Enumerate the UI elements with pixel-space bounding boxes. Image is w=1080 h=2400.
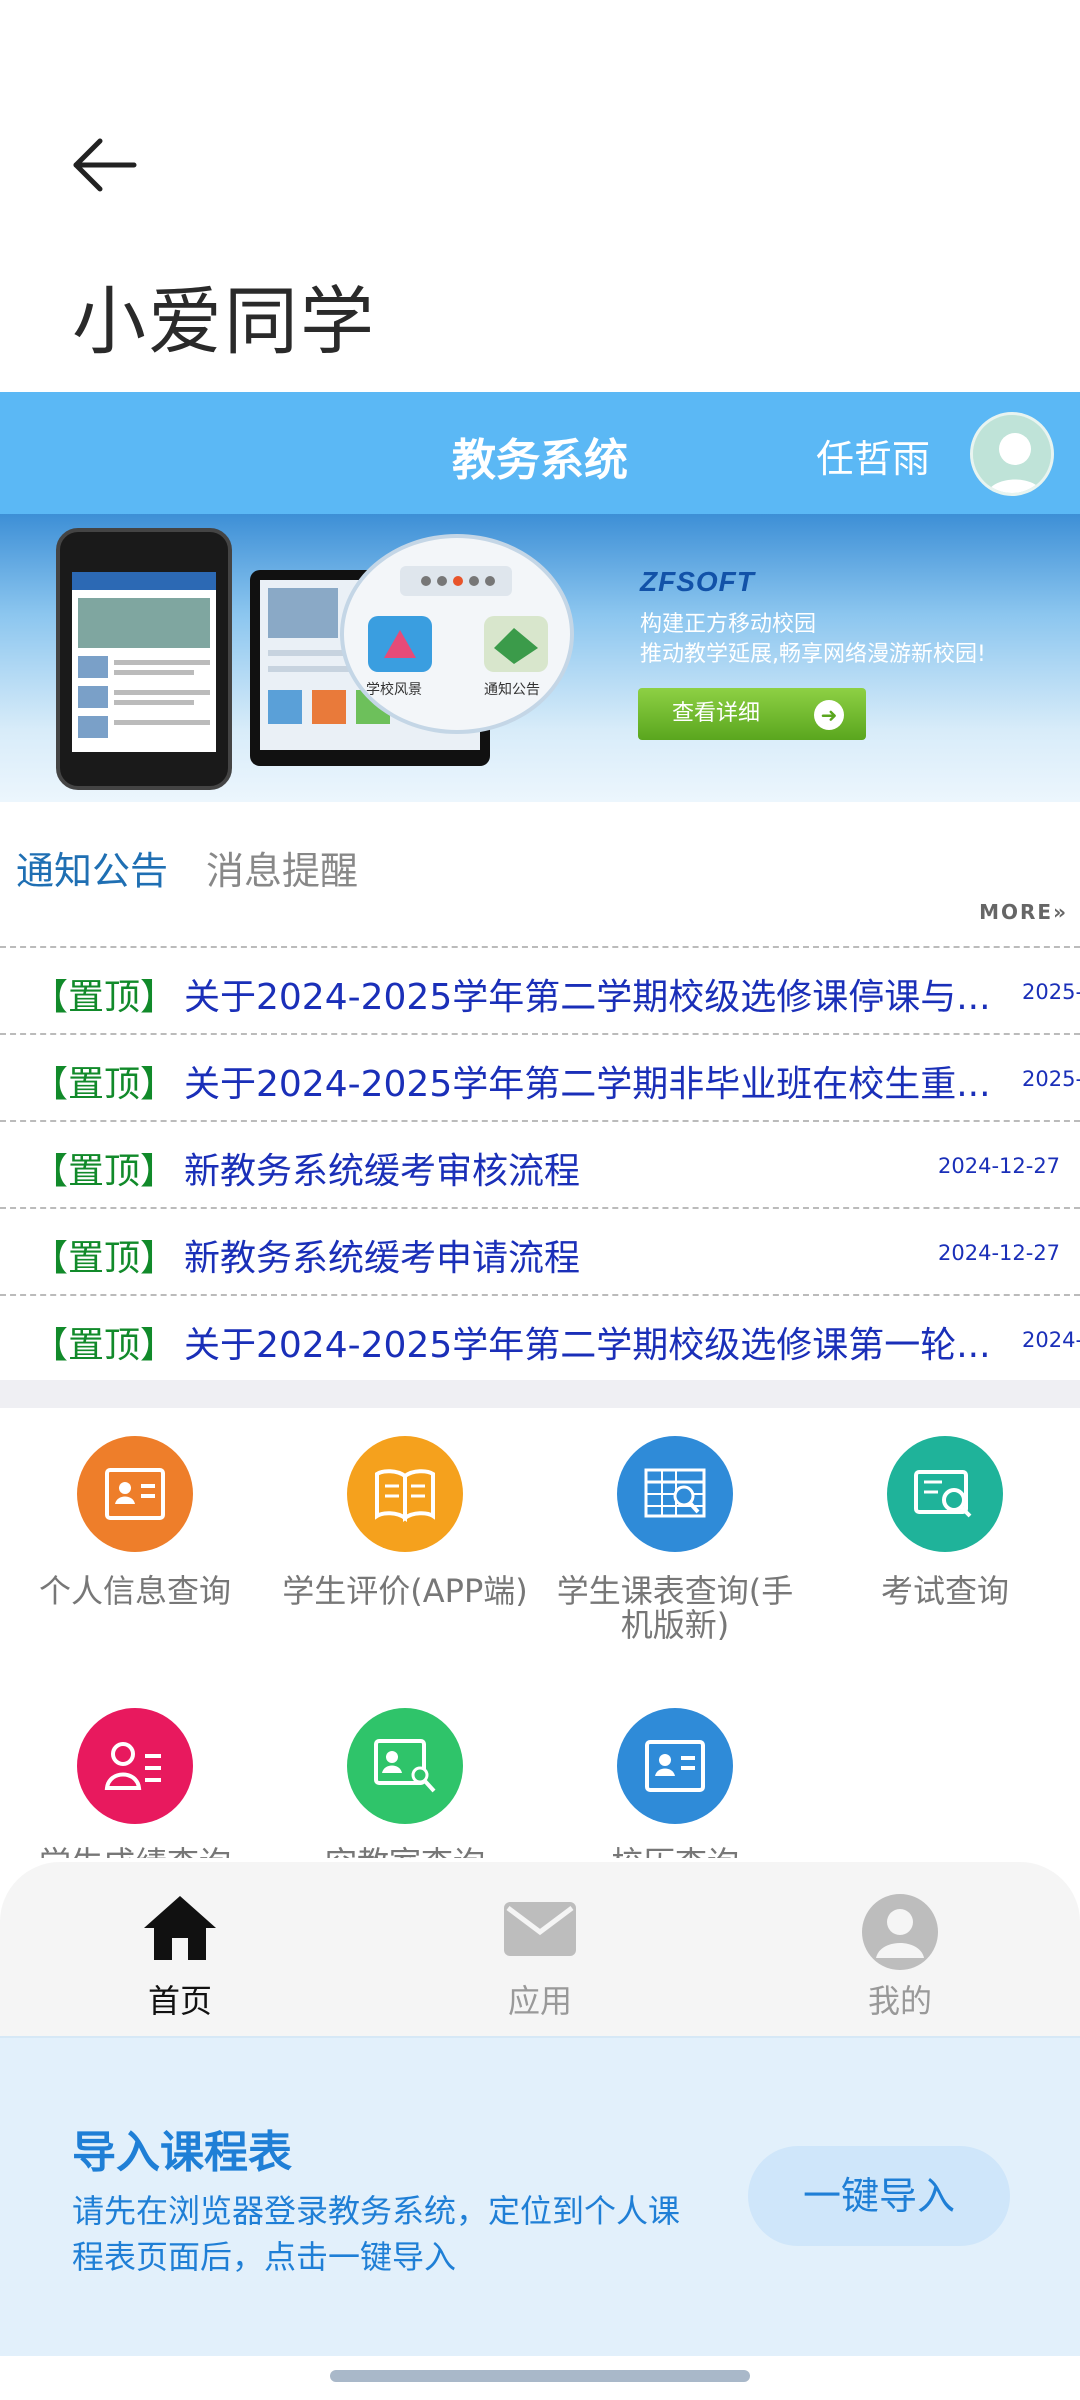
svg-text:学校风景: 学校风景 xyxy=(366,681,422,698)
webview-header: 教务系统 任哲雨 xyxy=(0,392,1080,514)
notice-title: 关于2024-2025学年第二学期非毕业班在校生重... xyxy=(184,1064,991,1105)
view-details-button[interactable]: 查看详细 ➜ xyxy=(638,688,866,740)
page-title: 小爱同学 xyxy=(72,279,376,365)
user-name[interactable]: 任哲雨 xyxy=(816,428,930,483)
tab-notices[interactable]: 通知公告 xyxy=(16,840,168,895)
app-exam-query[interactable]: 考试查询 xyxy=(810,1408,1080,1608)
nav-home[interactable]: 首页 xyxy=(80,1892,280,2022)
notice-date: 2025- xyxy=(1022,1067,1080,1091)
app-label: 考试查询 xyxy=(880,1572,1009,1610)
list-item[interactable]: 【置顶】 关于2024-2025学年第二学期校级选修课停课与... 2025- xyxy=(0,946,1080,1033)
book-icon xyxy=(347,1436,463,1552)
svg-text:通知公告: 通知公告 xyxy=(484,681,540,698)
app-personal-info[interactable]: 个人信息查询 xyxy=(0,1408,270,1608)
list-item[interactable]: 【置顶】 关于2024-2025学年第二学期校级选修课第一轮... 2024- xyxy=(0,1294,1080,1381)
notice-date: 2024- xyxy=(1022,1328,1080,1352)
app-grade-query[interactable]: 学生成绩查询 xyxy=(0,1680,270,1858)
nav-label: 我的 xyxy=(867,1982,932,2020)
import-timetable-card: 导入课程表 请先在浏览器登录教务系统，定位到个人课程表页面后，点击一键导入 一键… xyxy=(0,2036,1080,2356)
nav-apps[interactable]: 应用 xyxy=(440,1892,640,2022)
notice-title: 新教务系统缓考审核流程 xyxy=(184,1151,581,1192)
app-timetable-query[interactable]: 学生课表查询(手机版新) xyxy=(540,1408,810,1642)
nav-label: 应用 xyxy=(507,1982,572,2020)
nav-label: 首页 xyxy=(147,1982,212,2020)
more-link[interactable]: MORE» xyxy=(979,900,1068,924)
notice-list: 【置顶】 关于2024-2025学年第二学期校级选修课停课与... 2025- … xyxy=(0,946,1080,1381)
app-label: 个人信息查询 xyxy=(38,1572,231,1610)
pinned-tag: 【置顶】 xyxy=(32,1064,177,1105)
card-icon xyxy=(617,1708,733,1824)
app-label: 学生评价(APP端) xyxy=(282,1572,528,1610)
one-click-import-button[interactable]: 一键导入 xyxy=(748,2146,1010,2246)
avatar[interactable] xyxy=(970,412,1054,496)
home-icon xyxy=(144,1896,216,1960)
pinned-tag: 【置顶】 xyxy=(32,1325,177,1366)
arrow-left-icon xyxy=(73,138,137,192)
pinned-tag: 【置顶】 xyxy=(32,1151,177,1192)
notice-date: 2024-12-27 xyxy=(938,1154,1061,1178)
app-label: 校历查询 xyxy=(540,1846,810,1858)
feature-bubble: 学校风景 通知公告 xyxy=(340,534,574,734)
promo-banner[interactable]: 学校风景 通知公告 ZFSOFT 构建正方移动校园 推动教学延展,畅享网络漫游新… xyxy=(0,514,1080,802)
notice-title: 关于2024-2025学年第二学期校级选修课第一轮... xyxy=(184,1325,991,1366)
notice-tabs: 通知公告 消息提醒 xyxy=(0,840,1080,900)
profile-icon xyxy=(862,1894,938,1970)
banner-text-1: 构建正方移动校园 xyxy=(640,612,817,637)
list-item[interactable]: 【置顶】 新教务系统缓考审核流程 2024-12-27 xyxy=(0,1120,1080,1207)
app-calendar-query[interactable]: 校历查询 xyxy=(540,1680,810,1858)
mail-icon xyxy=(504,1902,576,1956)
back-button[interactable] xyxy=(70,135,150,205)
app-bar: 小爱同学 xyxy=(0,0,1080,392)
nav-profile[interactable]: 我的 xyxy=(800,1892,1000,2022)
bottom-nav: 首页 应用 我的 xyxy=(0,1862,1080,2036)
arrow-right-icon: ➜ xyxy=(814,700,844,730)
phone-image xyxy=(56,528,232,790)
home-indicator[interactable] xyxy=(330,2370,750,2382)
grade-list-icon xyxy=(77,1708,193,1824)
import-description: 请先在浏览器登录教务系统，定位到个人课程表页面后，点击一键导入 xyxy=(72,2192,681,2276)
banner-text-2: 推动教学延展,畅享网络漫游新校园! xyxy=(640,642,986,667)
list-item[interactable]: 【置顶】 新教务系统缓考申请流程 2024-12-27 xyxy=(0,1207,1080,1294)
notice-title: 新教务系统缓考申请流程 xyxy=(184,1238,581,1279)
notice-date: 2024-12-27 xyxy=(938,1241,1061,1265)
app-label: 学生课表查询(手机版新) xyxy=(556,1572,794,1644)
app-classroom-query[interactable]: 空教室查询 xyxy=(270,1680,540,1858)
list-item[interactable]: 【置顶】 关于2024-2025学年第二学期非毕业班在校生重... 2025- xyxy=(0,1033,1080,1120)
tab-messages[interactable]: 消息提醒 xyxy=(206,840,358,895)
app-label: 学生成绩查询 xyxy=(0,1846,270,1858)
pinned-tag: 【置顶】 xyxy=(32,1238,177,1279)
exam-search-icon xyxy=(887,1436,1003,1552)
app-label: 空教室查询 xyxy=(270,1846,540,1858)
import-title: 导入课程表 xyxy=(72,2127,292,2178)
timetable-search-icon xyxy=(617,1436,733,1552)
id-card-icon xyxy=(77,1436,193,1552)
notice-date: 2025- xyxy=(1022,980,1080,1004)
certificate-key-icon xyxy=(347,1708,463,1824)
app-grid: 个人信息查询 学生评价(APP端) 学生课表查询(手机版新) 考试查询 学生成绩… xyxy=(0,1408,1080,1858)
notice-title: 关于2024-2025学年第二学期校级选修课停课与... xyxy=(184,977,991,1018)
section-divider xyxy=(0,1380,1080,1408)
app-student-evaluation[interactable]: 学生评价(APP端) xyxy=(270,1408,540,1608)
banner-brand: ZFSOFT xyxy=(640,566,755,597)
view-details-label: 查看详细 xyxy=(672,701,761,726)
pinned-tag: 【置顶】 xyxy=(32,977,177,1018)
